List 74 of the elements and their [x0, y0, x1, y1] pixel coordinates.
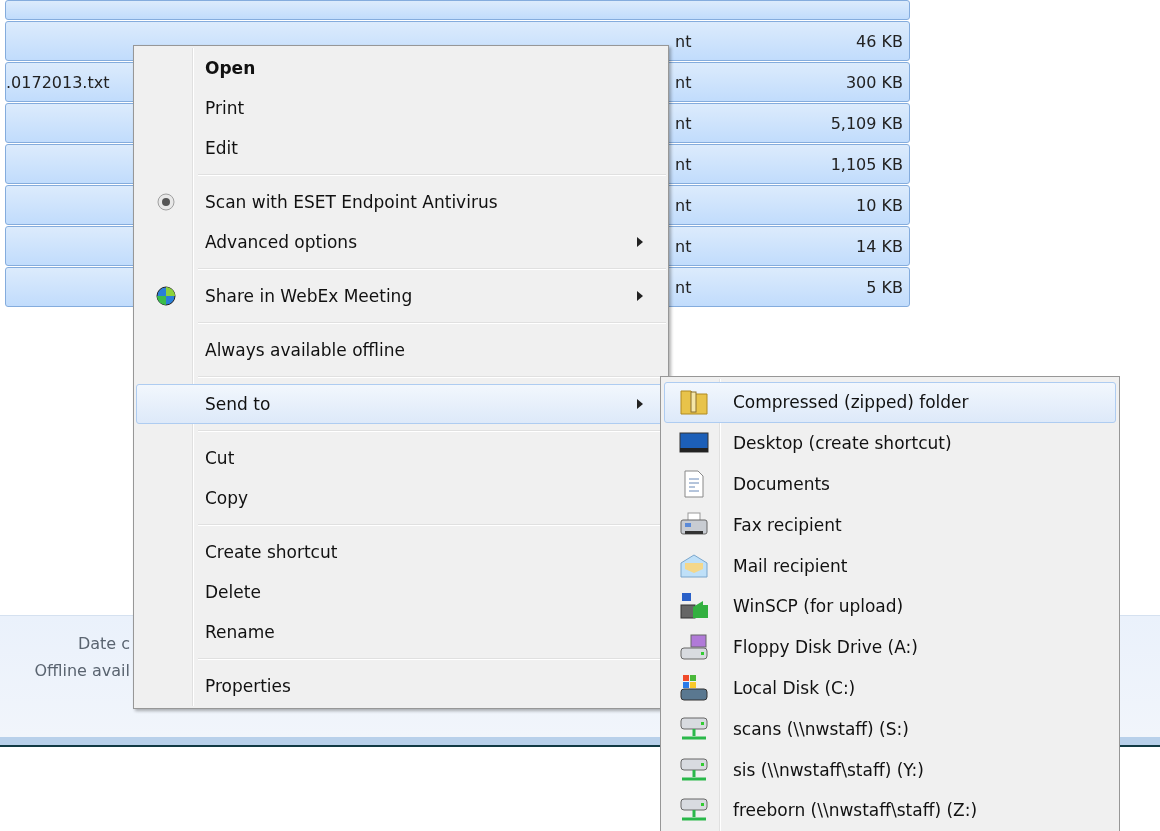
menu-item-label: Print [205, 98, 246, 118]
menu-item-label: Open [205, 58, 257, 78]
menu-item-label: Rename [205, 622, 276, 642]
menu-item[interactable]: WinSCP (for upload) [664, 586, 1116, 627]
menu-item-label: Documents [733, 474, 831, 494]
file-size: 1,105 KB [830, 154, 903, 174]
file-type: nt [675, 277, 692, 297]
details-label: Date c [77, 634, 130, 653]
menu-item-label: Scan with ESET Endpoint Antivirus [205, 192, 499, 212]
menu-item[interactable]: Compressed (zipped) folder [664, 382, 1116, 423]
menu-item-label: Create shortcut [205, 542, 339, 562]
menu-item-label: Desktop (create shortcut) [733, 433, 953, 454]
menu-item-label: Delete [205, 582, 262, 602]
menu-item-label: Share in WebEx Meeting [205, 286, 414, 306]
file-type: nt [675, 113, 692, 133]
menu-item-label: Advanced options [205, 232, 358, 252]
menu-item-label: Compressed (zipped) folder [733, 392, 970, 413]
envelope-icon [679, 552, 709, 579]
menu-item[interactable]: Advanced options [136, 222, 666, 262]
file-type: nt [675, 236, 692, 256]
menu-item[interactable]: Fax recipient [664, 504, 1116, 546]
file-type: nt [675, 31, 692, 51]
file-type: nt [675, 72, 692, 92]
menu-item-label: Local Disk (C:) [733, 677, 857, 698]
menu-item[interactable]: Print [136, 88, 666, 128]
menu-item[interactable]: scans (\\nwstaff) (S:) [664, 708, 1116, 750]
file-size: 14 KB [856, 236, 903, 256]
file-size: 46 KB [856, 31, 903, 51]
menu-item[interactable]: Edit [136, 128, 666, 168]
submenu-arrow-icon [637, 399, 643, 409]
menu-item[interactable]: Floppy Disk Drive (A:) [664, 626, 1116, 668]
menu-item-label: sis (\\nwstaff\staff) (Y:) [733, 759, 925, 780]
menu-item[interactable]: Mail recipient [664, 545, 1116, 586]
file-size: 10 KB [856, 195, 903, 215]
menu-item-label: Floppy Disk Drive (A:) [733, 637, 919, 658]
details-label: Offline avail [34, 661, 130, 680]
menu-item-label: Cut [205, 448, 236, 468]
menu-item-label: Fax recipient [733, 514, 843, 535]
network-drive-icon [679, 714, 709, 743]
menu-item[interactable]: Documents [664, 463, 1116, 505]
submenu-arrow-icon [637, 237, 643, 247]
drive-icon [679, 672, 709, 703]
file-size: 300 KB [845, 72, 903, 92]
file-size: 5 KB [866, 277, 903, 297]
radio-dot-icon [157, 193, 175, 211]
menu-item[interactable]: Desktop (create shortcut) [664, 422, 1116, 464]
network-drive-icon [679, 755, 709, 784]
floppy-drive-icon [679, 633, 709, 662]
lock-arrow-icon [679, 591, 709, 622]
zip-folder-icon [679, 388, 709, 417]
file-type: nt [675, 195, 692, 215]
file-row[interactable] [5, 0, 910, 20]
file-name: .0172013.txt [6, 72, 110, 92]
menu-item-label: freeborn (\\nwstaff\staff) (Z:) [733, 800, 979, 821]
menu-item[interactable]: sis (\\nwstaff\staff) (Y:) [664, 749, 1116, 790]
menu-item-label: WinSCP (for upload) [733, 596, 905, 617]
file-size: 5,109 KB [830, 113, 903, 133]
file-type: nt [675, 154, 692, 174]
menu-item-label: Always available offline [205, 340, 406, 360]
menu-item-label: Properties [205, 676, 292, 696]
globe-icon [156, 286, 176, 306]
menu-item-label: Copy [205, 488, 250, 508]
menu-item-label: Edit [205, 138, 239, 158]
menu-item[interactable]: Local Disk (C:) [664, 667, 1116, 709]
menu-item[interactable]: Share in WebEx Meeting [136, 276, 666, 316]
menu-item[interactable]: Scan with ESET Endpoint Antivirus [136, 182, 666, 222]
document-icon [681, 470, 707, 498]
menu-item-label: scans (\\nwstaff) (S:) [733, 718, 910, 739]
menu-item[interactable]: Always available offline [136, 330, 666, 370]
submenu-arrow-icon [637, 291, 643, 301]
menu-item-label: Mail recipient [733, 555, 849, 576]
menu-item[interactable]: freeborn (\\nwstaff\staff) (Z:) [664, 789, 1116, 831]
menu-item-label: Send to [205, 394, 272, 414]
monitor-icon [679, 431, 709, 456]
